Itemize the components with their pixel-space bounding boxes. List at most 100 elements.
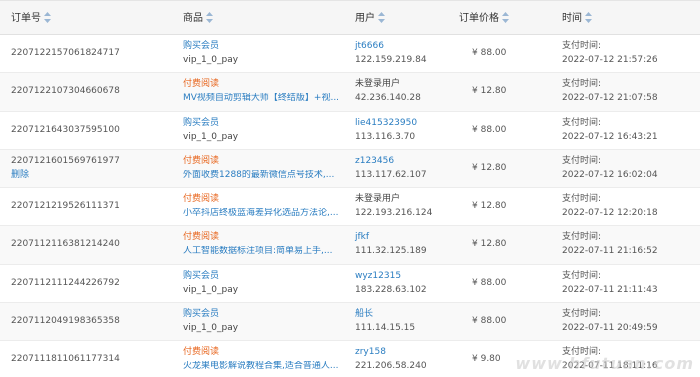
product-title[interactable]: 小卒抖店终极蓝海差异化选品方法论,... — [183, 208, 338, 219]
order-no-cell: 2207121219526111371 — [11, 188, 171, 226]
pay-time: 2022-07-12 21:07:58 — [562, 93, 658, 104]
user-cell: 未登录用户 42.236.140.28 — [355, 73, 455, 111]
product-cell: 购买会员 vip_1_0_pay — [183, 265, 353, 303]
table-row: 2207122157061824717 购买会员 vip_1_0_pay jt6… — [0, 35, 700, 74]
time-label: 支付时间: — [562, 347, 602, 358]
product-type-link[interactable]: 付费阅读 — [183, 79, 219, 90]
user-name[interactable]: z123456 — [355, 156, 394, 167]
time-cell: 支付时间: 2022-07-11 18:11:16 — [562, 341, 700, 377]
order-no-cell: 2207121643037595100 — [11, 112, 171, 150]
product-title[interactable]: 人工智能数据标注项目:简单易上手,... — [183, 246, 332, 257]
product-cell: 付费阅读 MV视频自动剪辑大师【终结版】+视... — [183, 73, 353, 111]
table-row: 2207121601569761977 删除 付费阅读 外面收费1288的最新微… — [0, 149, 700, 189]
user-ip: 113.116.3.70 — [355, 131, 416, 142]
sort-icon[interactable] — [585, 11, 592, 23]
column-label-time: 时间 — [562, 13, 582, 24]
user-ip: 183.228.63.102 — [355, 284, 427, 295]
time-label: 支付时间: — [562, 309, 602, 320]
user-cell: wyz12315 183.228.63.102 — [355, 265, 455, 303]
pay-time: 2022-07-11 21:11:43 — [562, 284, 658, 295]
order-no-cell: 2207112111244226792 — [11, 265, 171, 303]
time-label: 支付时间: — [562, 155, 602, 166]
product-title[interactable]: vip_1_0_pay — [183, 132, 238, 143]
time-cell: 支付时间: 2022-07-11 21:16:52 — [562, 226, 700, 264]
user-name[interactable]: wyz12315 — [355, 271, 401, 282]
pay-time: 2022-07-12 16:43:21 — [562, 131, 658, 142]
order-price: ¥ 9.80 — [472, 354, 501, 365]
column-header-user[interactable]: 用户 — [355, 1, 385, 36]
user-name[interactable]: jt6666 — [355, 41, 384, 52]
pay-time: 2022-07-12 21:57:26 — [562, 55, 658, 65]
user-name[interactable]: lie415323950 — [355, 118, 417, 129]
order-price: ¥ 88.00 — [472, 124, 507, 135]
price-cell: ¥ 9.80 — [472, 341, 552, 377]
product-type-link[interactable]: 购买会员 — [183, 271, 219, 282]
order-price: ¥ 88.00 — [472, 48, 507, 58]
order-no-cell: 2207111811061177314 — [11, 341, 171, 377]
time-cell: 支付时间: 2022-07-11 20:49:59 — [562, 303, 700, 341]
product-title[interactable]: vip_1_0_pay — [183, 323, 238, 334]
order-no-cell: 2207122107304660678 — [11, 73, 171, 111]
order-no-cell: 2207112049198365358 — [11, 303, 171, 341]
user-name[interactable]: jfkf — [355, 232, 369, 243]
product-type-link[interactable]: 付费阅读 — [183, 156, 219, 167]
pay-time: 2022-07-12 16:02:04 — [562, 169, 658, 180]
product-type-link[interactable]: 付费阅读 — [183, 194, 219, 205]
column-label-product: 商品 — [183, 13, 203, 24]
column-header-price[interactable]: 订单价格 — [459, 1, 509, 36]
product-type-link[interactable]: 购买会员 — [183, 309, 219, 320]
order-no: 2207122107304660678 — [11, 86, 120, 97]
product-title[interactable]: 火龙果电影解说教程合集,适合普通人... — [183, 361, 338, 372]
time-cell: 支付时间: 2022-07-12 21:57:26 — [562, 35, 700, 73]
sort-icon[interactable] — [206, 11, 213, 23]
user-ip: 113.117.62.107 — [355, 169, 427, 180]
user-name[interactable]: 船长 — [355, 309, 373, 320]
product-type-link[interactable]: 付费阅读 — [183, 347, 219, 358]
time-label: 支付时间: — [562, 270, 602, 281]
order-no-cell: 2207121601569761977 删除 — [11, 150, 171, 188]
product-title[interactable]: vip_1_0_pay — [183, 285, 238, 296]
product-cell: 付费阅读 外面收费1288的最新微信点号技术,... — [183, 150, 353, 188]
order-no-cell: 2207122157061824717 — [11, 35, 171, 73]
time-cell: 支付时间: 2022-07-12 16:02:04 — [562, 150, 700, 188]
table-row: 2207122107304660678 付费阅读 MV视频自动剪辑大师【终结版】… — [0, 73, 700, 112]
user-cell: 未登录用户 122.193.216.124 — [355, 188, 455, 226]
sort-icon[interactable] — [44, 11, 51, 23]
user-name[interactable]: zry158 — [355, 347, 386, 358]
column-header-order-no[interactable]: 订单号 — [11, 1, 51, 36]
table-row: 2207121219526111371 付费阅读 小卒抖店终极蓝海差异化选品方法… — [0, 188, 700, 227]
column-header-product[interactable]: 商品 — [183, 1, 213, 36]
product-cell: 购买会员 vip_1_0_pay — [183, 112, 353, 150]
product-type-link[interactable]: 购买会员 — [183, 118, 219, 129]
user-ip: 111.14.15.15 — [355, 323, 416, 334]
order-no-cell: 2207112116381214240 — [11, 226, 171, 264]
table-row: 2207121643037595100 购买会员 vip_1_0_pay lie… — [0, 111, 700, 150]
order-no: 2207112116381214240 — [11, 239, 120, 250]
order-price: ¥ 12.80 — [472, 239, 507, 250]
product-title[interactable]: MV视频自动剪辑大师【终结版】+视... — [183, 93, 338, 104]
order-no: 2207121643037595100 — [11, 124, 120, 135]
user-cell: 船长 111.14.15.15 — [355, 303, 455, 341]
product-cell: 购买会员 vip_1_0_pay — [183, 303, 353, 341]
column-header-time[interactable]: 时间 — [562, 1, 592, 36]
user-name: 未登录用户 — [355, 79, 401, 90]
sort-icon[interactable] — [378, 11, 385, 23]
user-ip: 42.236.140.28 — [355, 93, 421, 104]
sort-icon[interactable] — [502, 11, 509, 23]
user-name: 未登录用户 — [355, 194, 401, 205]
user-ip: 221.206.58.240 — [355, 361, 427, 372]
price-cell: ¥ 12.80 — [472, 226, 552, 264]
product-type-link[interactable]: 付费阅读 — [183, 232, 219, 243]
table-row: 2207112116381214240 付费阅读 人工智能数据标注项目:简单易上… — [0, 226, 700, 265]
delete-link[interactable]: 删除 — [11, 170, 29, 181]
product-type-link[interactable]: 购买会员 — [183, 41, 219, 52]
product-title[interactable]: vip_1_0_pay — [183, 55, 238, 66]
product-title[interactable]: 外面收费1288的最新微信点号技术,... — [183, 170, 334, 181]
time-label: 支付时间: — [562, 232, 602, 243]
order-price: ¥ 12.80 — [472, 162, 507, 173]
pay-time: 2022-07-12 12:20:18 — [562, 208, 658, 219]
time-label: 支付时间: — [562, 79, 602, 90]
price-cell: ¥ 12.80 — [472, 188, 552, 226]
user-ip: 122.193.216.124 — [355, 208, 433, 219]
order-price: ¥ 12.80 — [472, 86, 507, 97]
